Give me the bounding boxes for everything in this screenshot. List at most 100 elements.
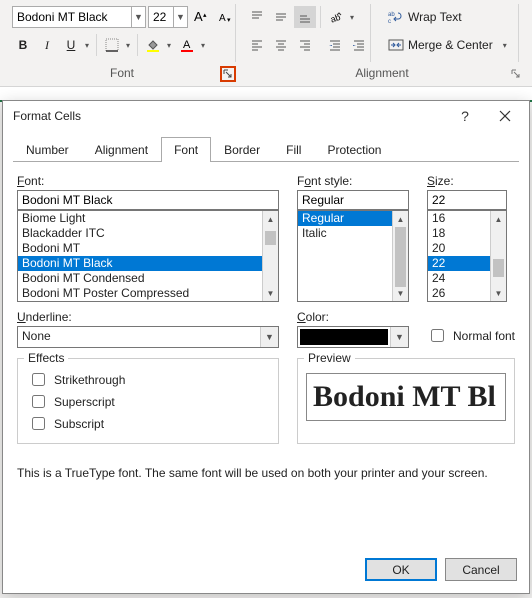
orientation-button[interactable]: ab: [325, 6, 347, 28]
underline-value: None: [18, 327, 260, 347]
alignment-dialog-launcher[interactable]: [508, 66, 524, 82]
scroll-up-icon[interactable]: ▲: [491, 211, 506, 227]
align-bottom-button[interactable]: [294, 6, 316, 28]
list-item[interactable]: Bodoni MT Condensed: [18, 271, 278, 286]
underline-dropdown[interactable]: ▾: [82, 34, 92, 56]
svg-text:A: A: [219, 13, 226, 24]
ribbon-group-label-font: Font: [6, 62, 238, 86]
bold-button[interactable]: B: [12, 34, 34, 56]
font-color-dropdown[interactable]: ▾: [198, 34, 208, 56]
font-style-input[interactable]: [297, 190, 409, 210]
list-item[interactable]: Biome Light: [18, 211, 278, 226]
tab-border[interactable]: Border: [211, 137, 273, 162]
borders-button[interactable]: [101, 34, 123, 56]
superscript-checkbox[interactable]: Superscript: [28, 392, 268, 411]
svg-text:▴: ▴: [203, 12, 207, 19]
preview-area: Bodoni MT Bl: [306, 373, 506, 421]
wrap-text-icon: abc: [388, 10, 404, 24]
font-label: Font:: [17, 174, 279, 188]
wrap-text-label: Wrap Text: [408, 10, 462, 24]
align-left-button[interactable]: [246, 34, 268, 56]
font-input[interactable]: [17, 190, 279, 210]
merge-center-icon: [388, 38, 404, 52]
normal-font-checkbox[interactable]: Normal font: [427, 326, 515, 345]
help-button[interactable]: ?: [445, 102, 485, 130]
format-cells-dialog: Format Cells ? Number Alignment Font Bor…: [2, 100, 530, 594]
chevron-down-icon[interactable]: ▼: [131, 7, 145, 27]
fill-color-dropdown[interactable]: ▾: [164, 34, 174, 56]
merge-center-button[interactable]: Merge & Center: [381, 34, 500, 56]
ok-button[interactable]: OK: [365, 558, 437, 581]
svg-text:ab: ab: [388, 12, 395, 18]
scrollbar[interactable]: ▲ ▼: [262, 211, 278, 301]
underline-combo[interactable]: None ▼: [17, 326, 279, 348]
truetype-note: This is a TrueType font. The same font w…: [17, 466, 515, 480]
font-name-input[interactable]: [13, 7, 131, 27]
tab-protection[interactable]: Protection: [314, 137, 394, 162]
font-dialog-launcher[interactable]: [220, 66, 236, 82]
tab-fill[interactable]: Fill: [273, 137, 314, 162]
scrollbar[interactable]: ▲ ▼: [490, 211, 506, 301]
merge-center-dropdown[interactable]: ▾: [500, 34, 510, 56]
underline-button[interactable]: U: [60, 34, 82, 56]
chevron-down-icon[interactable]: ▼: [390, 327, 408, 347]
align-right-button[interactable]: [294, 34, 316, 56]
underline-label: Underline:: [17, 310, 279, 324]
color-combo[interactable]: ▼: [297, 326, 409, 348]
size-input[interactable]: [427, 190, 507, 210]
font-style-listbox[interactable]: Regular Italic ▲ ▼: [297, 210, 409, 302]
merge-center-label: Merge & Center: [408, 38, 493, 52]
list-item[interactable]: Bodoni MT Poster Compressed: [18, 286, 278, 301]
font-listbox[interactable]: Biome Light Blackadder ITC Bodoni MT Bod…: [17, 210, 279, 302]
increase-indent-button[interactable]: [348, 34, 370, 56]
color-swatch: [300, 329, 388, 345]
orientation-dropdown[interactable]: ▾: [347, 6, 357, 28]
dialog-launcher-icon: [223, 69, 233, 79]
align-center-button[interactable]: [270, 34, 292, 56]
dialog-title: Format Cells: [13, 109, 445, 123]
list-item[interactable]: Bodoni MT Black: [18, 256, 278, 271]
wrap-text-button[interactable]: abc Wrap Text: [381, 6, 469, 28]
close-button[interactable]: [485, 102, 525, 130]
font-style-label: Font style:: [297, 174, 409, 188]
decrease-font-size-button[interactable]: A▾: [214, 6, 236, 28]
font-size-input[interactable]: [149, 7, 173, 27]
scrollbar[interactable]: ▲ ▼: [392, 211, 408, 301]
decrease-indent-button[interactable]: [324, 34, 346, 56]
preview-legend: Preview: [304, 351, 355, 365]
svg-text:A: A: [183, 39, 191, 51]
chevron-down-icon[interactable]: ▼: [173, 7, 187, 27]
size-listbox[interactable]: 16 18 20 22 24 26 ▲ ▼: [427, 210, 507, 302]
italic-button[interactable]: I: [36, 34, 58, 56]
list-item[interactable]: Blackadder ITC: [18, 226, 278, 241]
dialog-tabs: Number Alignment Font Border Fill Protec…: [13, 137, 519, 162]
scroll-down-icon[interactable]: ▼: [491, 285, 506, 301]
font-name-combo[interactable]: ▼: [12, 6, 146, 28]
align-top-button[interactable]: [246, 6, 268, 28]
subscript-checkbox[interactable]: Subscript: [28, 414, 268, 433]
list-item[interactable]: Bodoni MT: [18, 241, 278, 256]
size-label: Size:: [427, 174, 507, 188]
fill-color-button[interactable]: [142, 34, 164, 56]
scroll-thumb[interactable]: [265, 231, 276, 245]
scroll-thumb[interactable]: [493, 259, 504, 277]
chevron-down-icon[interactable]: ▼: [260, 327, 278, 347]
scroll-up-icon[interactable]: ▲: [393, 211, 408, 227]
font-size-combo[interactable]: ▼: [148, 6, 188, 28]
close-icon: [499, 110, 511, 122]
dialog-launcher-icon: [511, 69, 521, 79]
strikethrough-checkbox[interactable]: Strikethrough: [28, 370, 268, 389]
tab-number[interactable]: Number: [13, 137, 82, 162]
font-color-button[interactable]: A: [176, 34, 198, 56]
align-middle-button[interactable]: [270, 6, 292, 28]
increase-font-size-button[interactable]: A▴: [190, 6, 212, 28]
cancel-button[interactable]: Cancel: [445, 558, 517, 581]
scroll-up-icon[interactable]: ▲: [263, 211, 278, 227]
scroll-down-icon[interactable]: ▼: [263, 285, 278, 301]
borders-dropdown[interactable]: ▾: [123, 34, 133, 56]
scroll-thumb[interactable]: [395, 227, 406, 287]
effects-group: Effects Strikethrough Superscript Subscr…: [17, 358, 279, 444]
scroll-down-icon[interactable]: ▼: [393, 285, 408, 301]
tab-alignment[interactable]: Alignment: [82, 137, 161, 162]
tab-font[interactable]: Font: [161, 137, 211, 162]
